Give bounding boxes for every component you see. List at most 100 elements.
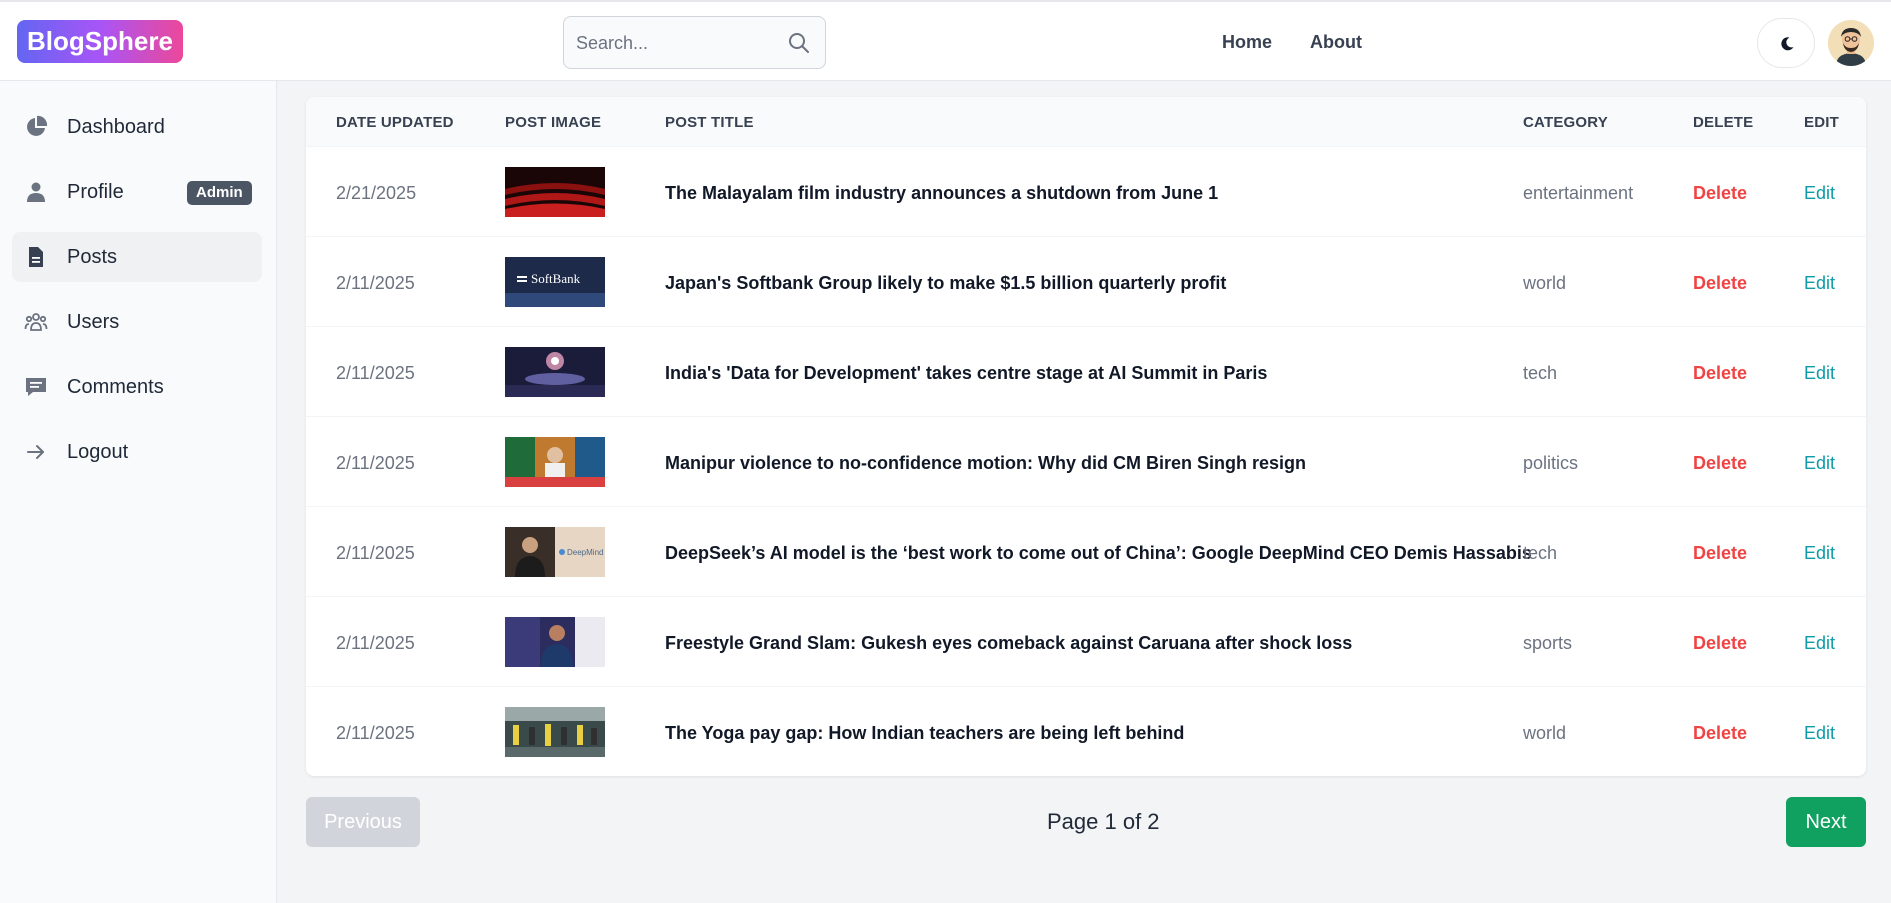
edit-link[interactable]: Edit bbox=[1804, 453, 1835, 474]
sidebar-item-comments[interactable]: Comments bbox=[12, 362, 262, 412]
post-title-cell[interactable]: Freestyle Grand Slam: Gukesh eyes comeba… bbox=[665, 633, 1352, 654]
date-cell: 2/11/2025 bbox=[336, 453, 415, 473]
page-indicator: Page 1 of 2 bbox=[1047, 809, 1160, 834]
category-cell: world bbox=[1523, 273, 1567, 293]
nav-home-link[interactable]: Home bbox=[1222, 32, 1272, 53]
sidebar-item-label: Profile bbox=[67, 181, 124, 203]
category-cell: entertainment bbox=[1523, 183, 1634, 203]
previous-button[interactable]: Previous bbox=[306, 797, 420, 847]
category-cell: politics bbox=[1523, 453, 1579, 473]
category-cell: world bbox=[1523, 723, 1567, 743]
table-row: 2/11/2025 DeepMind DeepSeek’s AI model i… bbox=[306, 506, 1866, 596]
date-cell: 2/11/2025 bbox=[336, 363, 415, 383]
sidebar-item-dashboard[interactable]: Dashboard bbox=[12, 102, 262, 152]
yoga-class-image bbox=[505, 707, 605, 757]
table-header: Date Updated Post Image Post Title Categ… bbox=[306, 97, 1866, 146]
theme-toggle-button[interactable] bbox=[1757, 18, 1815, 68]
post-title-cell[interactable]: DeepSeek’s AI model is the ‘best work to… bbox=[665, 543, 1532, 564]
search-icon[interactable] bbox=[787, 31, 811, 55]
table-row: 2/11/2025 The Yoga pay gap: How Indian t… bbox=[306, 686, 1866, 776]
table-row: 2/11/2025 Manipur violence to no-confide… bbox=[306, 416, 1866, 506]
sidebar-item-label: Comments bbox=[67, 376, 164, 398]
comment-icon bbox=[26, 378, 46, 396]
post-title-cell[interactable]: India's 'Data for Development' takes cen… bbox=[665, 363, 1267, 384]
post-title-cell[interactable]: The Malayalam film industry announces a … bbox=[665, 183, 1218, 204]
post-thumbnail[interactable]: DeepMind bbox=[505, 527, 605, 577]
post-thumbnail[interactable] bbox=[505, 347, 605, 397]
softbank-logo-image: SoftBank bbox=[505, 257, 605, 307]
avatar-illustration-icon bbox=[1828, 20, 1874, 66]
top-navbar: BlogSphere Home About bbox=[0, 0, 1891, 81]
sidebar-item-profile[interactable]: Profile Admin bbox=[12, 167, 262, 217]
politics-meeting-image bbox=[505, 437, 605, 487]
category-cell: tech bbox=[1523, 543, 1558, 563]
post-thumbnail[interactable] bbox=[505, 617, 605, 667]
date-cell: 2/11/2025 bbox=[336, 273, 415, 293]
column-header-image: Post Image bbox=[505, 114, 602, 131]
sidebar-item-label: Dashboard bbox=[67, 116, 165, 138]
edit-link[interactable]: Edit bbox=[1804, 183, 1835, 204]
brand-logo[interactable]: BlogSphere bbox=[17, 20, 183, 63]
user-icon bbox=[27, 182, 45, 202]
users-icon bbox=[24, 313, 48, 331]
table-row: 2/11/2025 SoftBank Japan's Softbank Grou… bbox=[306, 236, 1866, 326]
arrow-right-icon bbox=[27, 445, 44, 459]
delete-button[interactable]: Delete bbox=[1693, 723, 1747, 744]
sidebar: Dashboard Profile Admin Posts Users Comm… bbox=[0, 81, 277, 903]
table-row: 2/11/2025 India's 'Data for Development'… bbox=[306, 326, 1866, 416]
edit-link[interactable]: Edit bbox=[1804, 363, 1835, 384]
category-cell: tech bbox=[1523, 363, 1558, 383]
column-header-delete: Delete bbox=[1693, 114, 1754, 131]
deepmind-thumb-text: DeepMind bbox=[567, 548, 603, 557]
nav-about-link[interactable]: About bbox=[1310, 32, 1362, 53]
sidebar-item-posts[interactable]: Posts bbox=[12, 232, 262, 282]
category-cell: sports bbox=[1523, 633, 1573, 653]
deepmind-speaker-image: DeepMind bbox=[505, 527, 605, 577]
cinema-seats-image bbox=[505, 167, 605, 217]
delete-button[interactable]: Delete bbox=[1693, 183, 1747, 204]
delete-button[interactable]: Delete bbox=[1693, 633, 1747, 654]
posts-table: Date Updated Post Image Post Title Categ… bbox=[306, 97, 1866, 776]
ai-summit-image bbox=[505, 347, 605, 397]
search-box[interactable] bbox=[563, 16, 826, 69]
edit-link[interactable]: Edit bbox=[1804, 723, 1835, 744]
sidebar-item-label: Posts bbox=[67, 246, 118, 268]
post-title-cell[interactable]: Japan's Softbank Group likely to make $1… bbox=[665, 273, 1226, 294]
user-avatar[interactable] bbox=[1828, 20, 1874, 66]
date-cell: 2/11/2025 bbox=[336, 543, 415, 563]
sidebar-item-label: Logout bbox=[67, 441, 129, 463]
column-header-category: Category bbox=[1523, 114, 1608, 131]
column-header-date: Date Updated bbox=[336, 114, 454, 131]
moon-icon bbox=[1781, 37, 1794, 51]
date-cell: 2/11/2025 bbox=[336, 723, 415, 743]
column-header-edit: Edit bbox=[1804, 114, 1839, 131]
edit-link[interactable]: Edit bbox=[1804, 273, 1835, 294]
post-title-cell[interactable]: Manipur violence to no-confidence motion… bbox=[665, 453, 1306, 474]
delete-button[interactable]: Delete bbox=[1693, 273, 1747, 294]
delete-button[interactable]: Delete bbox=[1693, 543, 1747, 564]
date-cell: 2/21/2025 bbox=[336, 183, 417, 203]
date-cell: 2/11/2025 bbox=[336, 633, 415, 653]
pie-chart-icon bbox=[27, 115, 48, 136]
post-thumbnail[interactable] bbox=[505, 437, 605, 487]
table-row: 2/11/2025 Freestyle Grand Slam: Gukesh e… bbox=[306, 596, 1866, 686]
sidebar-item-logout[interactable]: Logout bbox=[12, 427, 262, 477]
sidebar-item-label: Users bbox=[67, 311, 120, 333]
document-icon bbox=[29, 247, 43, 267]
delete-button[interactable]: Delete bbox=[1693, 363, 1747, 384]
post-thumbnail[interactable] bbox=[505, 167, 605, 217]
table-row: 2/21/2025 The Malayalam film industry an… bbox=[306, 146, 1866, 236]
admin-badge: Admin bbox=[187, 181, 252, 205]
post-thumbnail[interactable] bbox=[505, 707, 605, 757]
post-title-cell[interactable]: The Yoga pay gap: How Indian teachers ar… bbox=[665, 723, 1184, 744]
search-input[interactable] bbox=[576, 31, 766, 55]
edit-link[interactable]: Edit bbox=[1804, 633, 1835, 654]
post-thumbnail[interactable]: SoftBank bbox=[505, 257, 605, 307]
column-header-title: Post Title bbox=[665, 114, 754, 131]
edit-link[interactable]: Edit bbox=[1804, 543, 1835, 564]
delete-button[interactable]: Delete bbox=[1693, 453, 1747, 474]
next-button[interactable]: Next bbox=[1786, 797, 1866, 847]
sidebar-item-users[interactable]: Users bbox=[12, 297, 262, 347]
chess-player-image bbox=[505, 617, 605, 667]
softbank-thumb-text: SoftBank bbox=[531, 271, 581, 286]
